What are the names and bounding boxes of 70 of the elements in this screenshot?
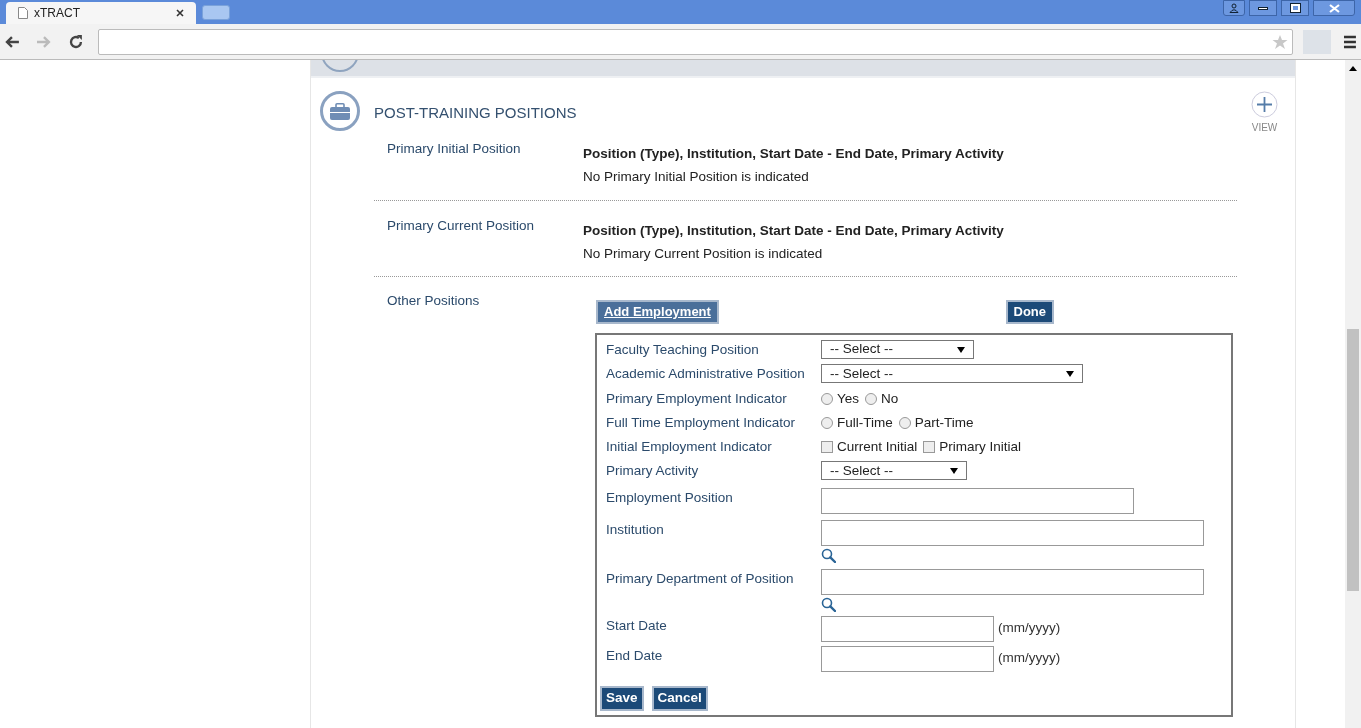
search-icon[interactable] <box>821 596 836 612</box>
restore-icon[interactable] <box>1281 0 1309 16</box>
menu-icon[interactable] <box>1343 34 1357 49</box>
field-label: Institution <box>606 520 665 539</box>
radio-button[interactable] <box>821 416 833 429</box>
field-label: Initial Employment Indicator <box>606 438 773 456</box>
radio-label: No <box>881 389 899 408</box>
row-label: Primary Initial Position <box>386 140 522 158</box>
reload-icon[interactable] <box>67 33 84 50</box>
radio-button[interactable] <box>898 416 911 429</box>
input-field[interactable] <box>821 487 1134 514</box>
select-dropdown[interactable]: -- Select -- <box>821 364 1083 384</box>
star-icon[interactable] <box>1272 33 1289 50</box>
radio-label: Full-Time <box>837 413 893 432</box>
select-dropdown[interactable]: -- Select -- <box>821 461 967 481</box>
field-label: Academic Administrative Position <box>606 365 806 384</box>
checkbox-label: Primary Initial <box>939 438 1022 456</box>
field-label: Employment Position <box>606 488 734 507</box>
forward-arrow-icon[interactable] <box>35 34 52 49</box>
input-field[interactable] <box>821 519 1204 546</box>
row-value: No Primary Initial Position is indicated <box>583 168 810 187</box>
date-field[interactable] <box>821 615 994 642</box>
close-icon[interactable] <box>176 9 184 17</box>
new-tab-button[interactable] <box>202 5 230 20</box>
save-button[interactable]: Save <box>600 685 644 711</box>
back-arrow-icon[interactable] <box>4 34 20 49</box>
select-dropdown[interactable]: -- Select -- <box>821 340 974 359</box>
scrollbar-thumb[interactable] <box>1347 329 1359 591</box>
add-employment-button[interactable]: Add Employment <box>596 300 719 324</box>
checkbox[interactable] <box>923 441 936 454</box>
done-button[interactable]: Done <box>1005 300 1054 324</box>
field-label: Full Time Employment Indicator <box>606 413 797 432</box>
radio-label: Yes <box>837 389 860 408</box>
dropdown-caret-icon <box>957 346 965 353</box>
date-field[interactable] <box>821 645 994 672</box>
radio-button[interactable] <box>865 392 878 405</box>
briefcase-icon <box>320 91 360 131</box>
close-window-icon[interactable] <box>1313 0 1355 16</box>
field-label: Primary Activity <box>606 462 700 481</box>
checkbox-label: Current Initial <box>837 438 918 456</box>
address-bar[interactable] <box>97 28 1294 55</box>
row-label: Primary Current Position <box>386 216 536 235</box>
plus-icon[interactable] <box>1251 91 1278 118</box>
search-icon[interactable] <box>821 547 836 563</box>
date-format-hint: (mm/yyyy) <box>998 649 1061 668</box>
date-format-hint: (mm/yyyy) <box>998 619 1061 638</box>
minimize-icon[interactable] <box>1249 0 1277 16</box>
checkbox[interactable] <box>821 441 833 454</box>
row-value: No Primary Current Position is indicated <box>583 244 824 263</box>
field-label: Start Date <box>606 616 668 635</box>
view-link[interactable]: VIEW <box>1251 120 1278 135</box>
user-icon[interactable] <box>1223 0 1245 16</box>
scroll-up-arrow-icon[interactable] <box>1349 66 1357 71</box>
row-label: Other Positions <box>386 292 481 310</box>
tab-title: xTRACT <box>34 5 81 22</box>
field-label: End Date <box>606 646 664 665</box>
column-heading: Position (Type), Institution, Start Date - End Date, Primary Activity <box>583 221 1004 240</box>
browser-tab[interactable]: xTRACT <box>6 2 196 24</box>
radio-label: Part-Time <box>914 413 974 432</box>
dropdown-caret-icon <box>950 467 958 474</box>
cancel-button[interactable]: Cancel <box>651 685 708 711</box>
column-heading: Position (Type), Institution, Start Date - End Date, Primary Activity <box>583 145 1004 163</box>
field-label: Faculty Teaching Position <box>606 341 760 359</box>
input-field[interactable] <box>821 568 1204 595</box>
field-label: Primary Department of Position <box>606 569 795 588</box>
page-icon <box>18 7 28 19</box>
radio-button[interactable] <box>821 392 833 405</box>
dropdown-caret-icon <box>1066 370 1074 377</box>
field-label: Primary Employment Indicator <box>606 389 788 408</box>
section-title: POST-TRAINING POSITIONS <box>374 103 578 123</box>
